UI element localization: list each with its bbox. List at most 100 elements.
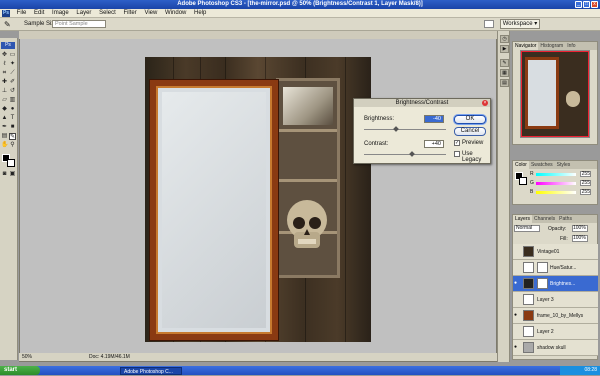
- move-tool-icon[interactable]: ✥: [1, 52, 8, 59]
- pen-tool-icon[interactable]: ✒: [1, 124, 8, 131]
- blue-value[interactable]: 255: [580, 189, 591, 195]
- menu-image[interactable]: Image: [49, 9, 72, 18]
- tab-navigator[interactable]: Navigator: [513, 42, 539, 50]
- palette-well-icon[interactable]: [484, 20, 494, 28]
- brush-tool-icon[interactable]: ✐: [9, 79, 16, 86]
- dock-layer-comps-icon[interactable]: ▤: [500, 79, 509, 87]
- eyedropper-tool-icon[interactable]: ✎: [4, 20, 11, 29]
- tab-histogram[interactable]: Histogram: [538, 42, 565, 50]
- history-brush-tool-icon[interactable]: ↺: [9, 88, 16, 95]
- menu-view[interactable]: View: [141, 9, 160, 18]
- blend-mode-select[interactable]: Normal: [514, 225, 540, 232]
- screen-mode-icon[interactable]: ▣: [9, 171, 16, 178]
- navigator-preview[interactable]: [520, 50, 590, 138]
- hand-tool-icon[interactable]: ✋: [1, 142, 8, 149]
- fill-input[interactable]: 100%: [572, 235, 588, 242]
- dialog-close-icon[interactable]: ×: [482, 100, 488, 106]
- maximize-button[interactable]: □: [583, 1, 590, 8]
- shape-tool-icon[interactable]: ■: [9, 124, 16, 131]
- red-value[interactable]: 255: [580, 171, 591, 177]
- magic-wand-tool-icon[interactable]: ✦: [9, 61, 16, 68]
- slice-tool-icon[interactable]: ⟋: [9, 70, 16, 77]
- layer-row[interactable]: Layer 2: [513, 324, 598, 340]
- start-button[interactable]: start: [0, 366, 40, 375]
- tab-layers[interactable]: Layers: [513, 215, 533, 223]
- menu-edit[interactable]: Edit: [31, 9, 47, 18]
- layer-row-selected[interactable]: ● Brightnes...: [513, 276, 598, 292]
- eyedropper-active-tool-icon[interactable]: ✎: [9, 133, 16, 140]
- ok-button[interactable]: OK: [454, 115, 486, 124]
- brightness-contrast-dialog: Brightness/Contrast × Brightness: -40 Co…: [353, 98, 491, 164]
- red-slider[interactable]: [536, 173, 576, 176]
- gradient-tool-icon[interactable]: ▥: [9, 97, 16, 104]
- menu-help[interactable]: Help: [191, 9, 209, 18]
- dock-brushes-icon[interactable]: ✎: [500, 59, 509, 67]
- brightness-input[interactable]: -40: [424, 115, 444, 123]
- options-bar: ✎ Sample Size: Point Sample Workspace ▾: [0, 18, 600, 31]
- blur-tool-icon[interactable]: ◆: [1, 106, 8, 113]
- green-slider[interactable]: [536, 182, 576, 185]
- notes-tool-icon[interactable]: ▤: [1, 133, 8, 140]
- quick-mask-icon[interactable]: ◙: [1, 171, 8, 178]
- sample-size-select[interactable]: Point Sample: [52, 20, 106, 28]
- tab-color[interactable]: Color: [513, 161, 529, 169]
- preview-checkbox[interactable]: ✓: [454, 140, 460, 146]
- dock-history-icon[interactable]: ◷: [500, 35, 509, 43]
- brightness-slider-thumb[interactable]: [393, 126, 399, 132]
- dodge-tool-icon[interactable]: ●: [9, 106, 16, 113]
- visibility-eye-icon[interactable]: ●: [514, 345, 519, 350]
- contrast-input[interactable]: +40: [424, 140, 444, 148]
- color-bg-swatch[interactable]: [519, 177, 527, 185]
- menu-file[interactable]: File: [14, 9, 30, 18]
- minimize-button[interactable]: _: [575, 1, 582, 8]
- contrast-slider-thumb[interactable]: [409, 151, 415, 157]
- tab-paths[interactable]: Paths: [557, 215, 574, 223]
- visibility-eye-icon[interactable]: ●: [514, 281, 519, 286]
- layer-row[interactable]: Layer 3: [513, 292, 598, 308]
- tab-styles[interactable]: Styles: [555, 161, 573, 169]
- path-select-tool-icon[interactable]: ▲: [1, 115, 8, 122]
- use-legacy-checkbox[interactable]: [454, 151, 460, 157]
- dock-actions-icon[interactable]: ▶: [500, 45, 509, 53]
- layer-row[interactable]: Vintage01: [513, 244, 598, 260]
- eraser-tool-icon[interactable]: ▱: [1, 97, 8, 104]
- zoom-level[interactable]: 50%: [22, 353, 32, 361]
- document-status-bar: 50% Doc: 4.19M/46.1M: [19, 353, 497, 361]
- menu-layer[interactable]: Layer: [73, 9, 94, 18]
- type-tool-icon[interactable]: T: [9, 115, 16, 122]
- layer-row[interactable]: Hue/Satur...: [513, 260, 598, 276]
- visibility-eye-icon[interactable]: ●: [514, 313, 519, 318]
- stamp-tool-icon[interactable]: ⊥: [1, 88, 8, 95]
- green-value[interactable]: 255: [580, 180, 591, 186]
- blue-slider[interactable]: [536, 191, 576, 194]
- opacity-input[interactable]: 100%: [572, 225, 588, 232]
- visibility-eye-icon[interactable]: [514, 249, 519, 254]
- menu-filter[interactable]: Filter: [120, 9, 139, 18]
- fill-label: Fill:: [560, 236, 568, 242]
- layer-row[interactable]: ● frame_10_by_Mellys: [513, 308, 598, 324]
- menu-select[interactable]: Select: [96, 9, 119, 18]
- visibility-eye-icon[interactable]: [514, 297, 519, 302]
- adjustment-thumbnail: [523, 262, 534, 273]
- cancel-button[interactable]: Cancel: [454, 127, 486, 136]
- brightness-slider[interactable]: [364, 129, 446, 130]
- visibility-eye-icon[interactable]: [514, 265, 519, 270]
- healing-tool-icon[interactable]: ✚: [1, 79, 8, 86]
- dock-tool-presets-icon[interactable]: ▦: [500, 69, 509, 77]
- taskbar-photoshop-item[interactable]: Adobe Photoshop C...: [120, 367, 182, 375]
- contrast-slider[interactable]: [364, 154, 446, 155]
- tab-info[interactable]: Info: [565, 42, 577, 50]
- workspace-button[interactable]: Workspace ▾: [500, 19, 540, 29]
- close-button[interactable]: x: [591, 1, 598, 8]
- visibility-eye-icon[interactable]: [514, 329, 519, 334]
- menu-window[interactable]: Window: [162, 9, 189, 18]
- tab-channels[interactable]: Channels: [532, 215, 557, 223]
- background-color-swatch[interactable]: [7, 159, 15, 167]
- layer-row[interactable]: ● shadow skull: [513, 340, 598, 356]
- marquee-tool-icon[interactable]: ▭: [9, 52, 16, 59]
- lasso-tool-icon[interactable]: ℓ: [1, 61, 8, 68]
- mirror-glass: [162, 92, 266, 328]
- crop-tool-icon[interactable]: ⌗: [1, 70, 8, 77]
- zoom-tool-icon[interactable]: ⚲: [9, 142, 16, 149]
- tab-swatches[interactable]: Swatches: [529, 161, 555, 169]
